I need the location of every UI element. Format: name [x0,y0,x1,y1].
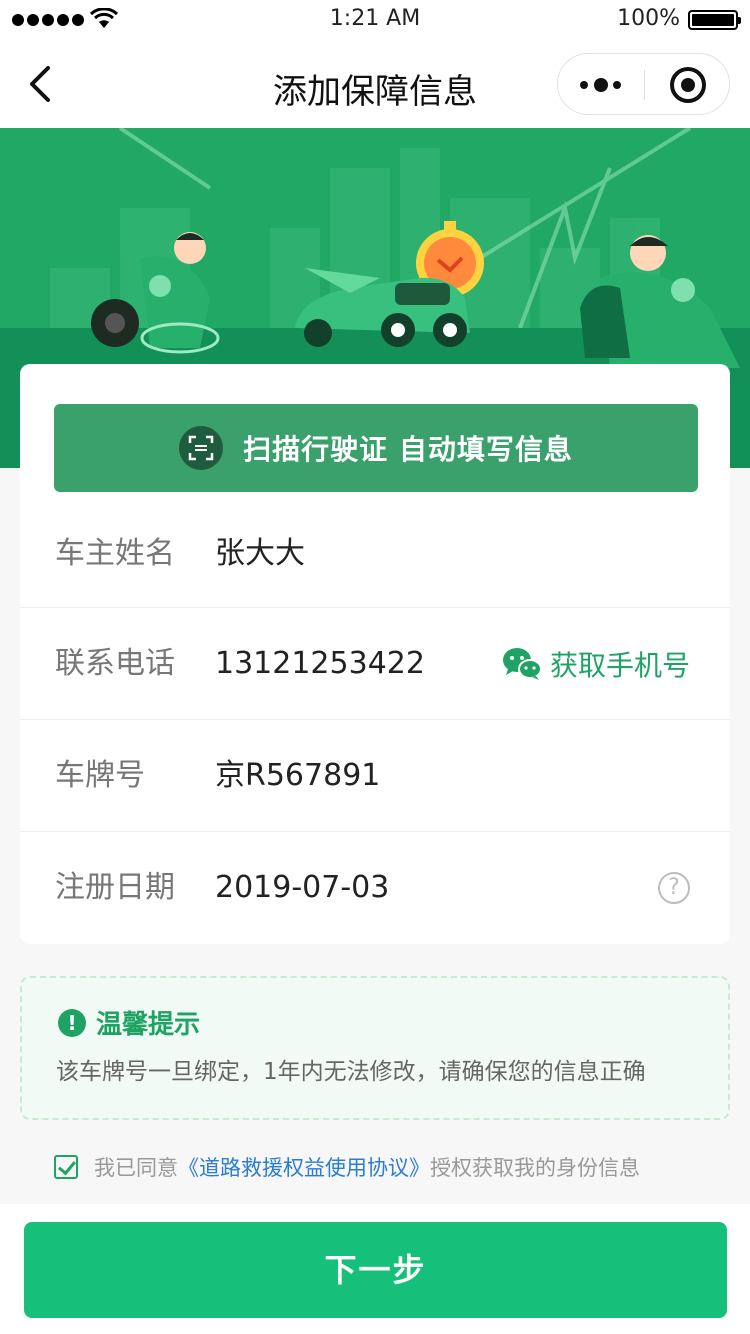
get-phone-button[interactable]: 获取手机号 [502,644,690,684]
owner-name-label: 车主姓名 [55,536,175,571]
info-card: 扫描行驶证 自动填写信息 车主姓名 张大大 联系电话 13121253422 获… [20,364,730,944]
get-phone-label: 获取手机号 [549,649,690,682]
nav-bar: 添加保障信息 [0,40,750,128]
phone-label: 联系电话 [55,646,175,681]
phone-input[interactable]: 13121253422 [215,608,425,720]
next-step-button[interactable]: 下一步 [24,1222,727,1318]
scan-license-button[interactable]: 扫描行驶证 自动填写信息 [54,404,698,492]
owner-name-input[interactable]: 张大大 [215,500,305,608]
plate-input[interactable]: 京R567891 [215,720,380,832]
footer-bar: 下一步 [0,1204,750,1334]
status-bar: 1:21 AM 100% [0,0,750,40]
agreement-row: 我已同意 《道路救援权益使用协议》 授权获取我的身份信息 [54,1152,640,1182]
scan-license-label: 扫描行驶证 自动填写信息 [243,433,573,466]
exclamation-icon: ! [58,1008,86,1037]
register-date-row[interactable]: 注册日期 2019-07-03 ? [20,832,730,944]
scan-icon [179,426,224,470]
plate-label: 车牌号 [55,758,145,793]
register-date-label: 注册日期 [55,870,175,905]
wechat-icon [502,648,542,680]
tip-box: ! 温馨提示 该车牌号一旦绑定，1年内无法修改，请确保您的信息正确 [20,976,730,1120]
tip-title: ! 温馨提示 [58,1004,200,1041]
phone-row[interactable]: 联系电话 13121253422 获取手机号 [20,608,730,720]
capsule-divider [644,70,645,100]
battery-icon [688,10,741,30]
agreement-suffix: 授权获取我的身份信息 [430,1156,640,1180]
register-date-picker[interactable]: 2019-07-03 [215,832,389,944]
close-mini-program-button[interactable] [670,67,706,103]
owner-name-row[interactable]: 车主姓名 张大大 [20,500,730,608]
tip-title-text: 温馨提示 [96,1010,201,1040]
help-icon[interactable]: ? [658,872,690,904]
tip-text: 该车牌号一旦绑定，1年内无法修改，请确保您的信息正确 [56,1059,646,1085]
mini-program-capsule [557,53,730,115]
battery-percent: 100% [617,6,680,31]
agreement-prefix: 我已同意 [94,1156,178,1180]
agreement-checkbox[interactable] [54,1155,78,1179]
more-menu-button[interactable] [558,54,644,114]
plate-row[interactable]: 车牌号 京R567891 [20,720,730,832]
agreement-link[interactable]: 《道路救援权益使用协议》 [178,1152,430,1182]
